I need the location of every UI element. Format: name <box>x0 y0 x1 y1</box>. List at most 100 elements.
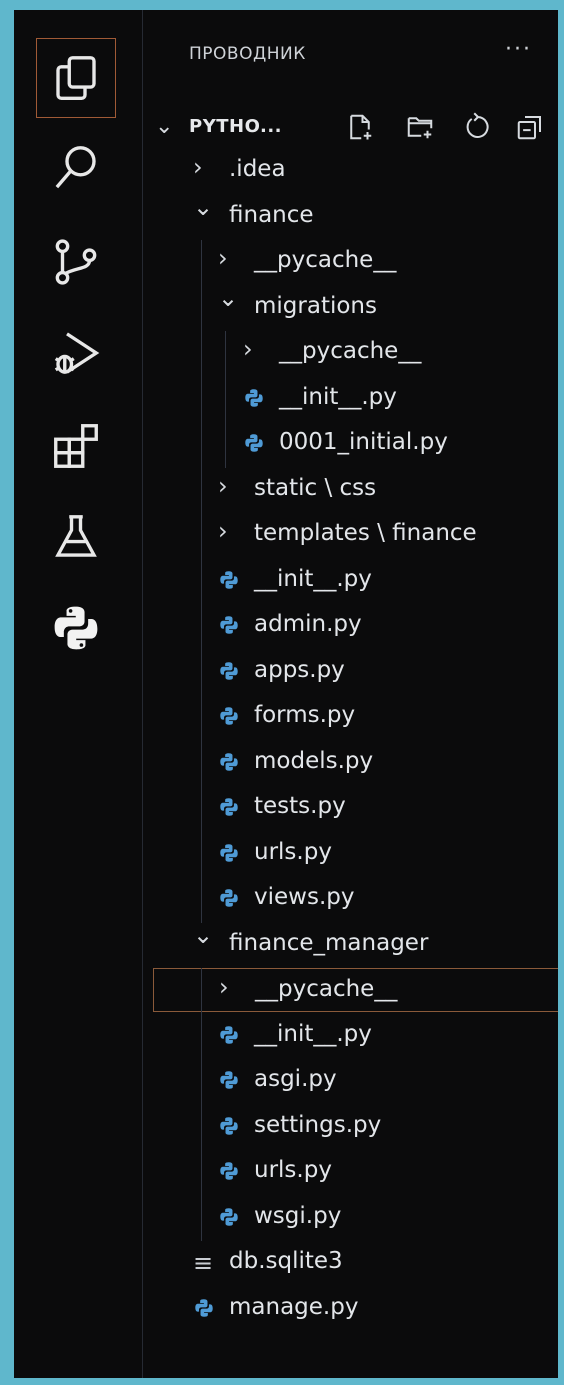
chevron-right-icon: › <box>243 335 253 363</box>
tree-file[interactable]: __init__.py <box>143 1014 558 1058</box>
extensions-button[interactable] <box>36 406 116 486</box>
workspace-root[interactable]: ⌄ PYTHO... <box>143 108 558 148</box>
tree-file[interactable]: forms.py <box>143 695 558 739</box>
python-file-icon <box>220 889 238 907</box>
collapse-all-icon[interactable] <box>515 112 545 142</box>
tree-file[interactable]: models.py <box>143 741 558 785</box>
tree-folder[interactable]: › static \ css <box>143 468 558 512</box>
chevron-right-icon: › <box>218 471 228 500</box>
python-file-icon <box>245 434 263 452</box>
tree-item-label: .idea <box>229 156 286 182</box>
more-actions-button[interactable]: ··· <box>505 37 532 62</box>
tree-item-label: models.py <box>254 747 374 774</box>
tree-item-label: static \ css <box>254 474 377 501</box>
database-file-icon: ≡ <box>193 1249 214 1277</box>
new-folder-icon[interactable] <box>405 112 435 142</box>
python-file-icon <box>220 752 238 771</box>
python-icon <box>54 606 98 650</box>
workspace-root-label: PYTHO... <box>189 116 282 137</box>
tree-file[interactable]: __init__.py <box>143 559 558 603</box>
python-file-icon <box>220 843 238 862</box>
tree-folder[interactable]: › __pycache__ <box>143 331 558 375</box>
python-file-icon <box>220 616 238 634</box>
chevron-down-icon: ⌄ <box>218 283 239 312</box>
tree-file[interactable]: settings.py <box>143 1105 558 1149</box>
chevron-right-icon: › <box>193 153 203 181</box>
tree-item-label: db.sqlite3 <box>229 1248 343 1274</box>
tree-file[interactable]: wsgi.py <box>143 1196 558 1240</box>
indent-guide <box>201 240 202 923</box>
chevron-down-icon: ⌄ <box>193 192 214 221</box>
testing-icon <box>55 515 97 557</box>
tree-item-label: templates \ finance <box>254 520 477 546</box>
tree-file[interactable]: urls.py <box>143 1150 558 1194</box>
explorer-icon <box>56 56 96 100</box>
new-file-icon[interactable] <box>345 112 375 142</box>
tree-folder[interactable]: ⌄ finance_manager <box>143 920 558 967</box>
tree-file[interactable]: tests.py <box>143 786 558 830</box>
python-file-icon <box>220 707 238 725</box>
tree-file[interactable]: 0001_initial.py <box>143 422 558 466</box>
tree-file[interactable]: ≡ db.sqlite3 <box>143 1241 558 1285</box>
refresh-icon[interactable] <box>463 112 493 142</box>
indent-guide <box>201 968 202 1241</box>
python-file-icon <box>245 388 263 407</box>
tree-item-label: finance <box>229 201 314 228</box>
tree-item-label: __pycache__ <box>255 976 398 1002</box>
chevron-right-icon: › <box>218 517 228 545</box>
tree-item-label: settings.py <box>254 1111 382 1138</box>
tree-folder[interactable]: › __pycache__ <box>143 240 558 284</box>
tree-file[interactable]: views.py <box>143 877 558 921</box>
python-file-icon <box>220 1025 238 1044</box>
python-file-icon <box>220 1071 238 1089</box>
python-file-icon <box>220 1207 238 1226</box>
python-file-icon <box>220 1116 238 1135</box>
tree-item-label: 0001_initial.py <box>279 429 448 455</box>
chevron-right-icon: › <box>218 244 228 272</box>
explorer-button[interactable] <box>36 38 116 118</box>
tree-file[interactable]: apps.py <box>143 650 558 694</box>
testing-button[interactable] <box>36 497 116 577</box>
python-file-icon <box>195 1298 213 1317</box>
python-button[interactable] <box>36 588 116 668</box>
tree-file[interactable]: urls.py <box>143 832 558 876</box>
source-control-icon <box>55 239 97 285</box>
chevron-down-icon: ⌄ <box>193 920 214 949</box>
tree-folder[interactable]: › .idea <box>143 149 558 193</box>
explorer-window: ПРОВОДНИК ··· ⌄ PYTHO... › .idea ⌄ finance ›… <box>14 10 558 1378</box>
tree-folder[interactable]: ⌄ migrations <box>143 283 558 330</box>
python-file-icon <box>220 570 238 589</box>
tree-item-label: views.py <box>254 884 355 910</box>
run-debug-button[interactable] <box>36 313 116 393</box>
search-button[interactable] <box>36 128 116 208</box>
tree-item-label: migrations <box>254 292 377 319</box>
tree-file[interactable]: manage.py <box>143 1287 558 1331</box>
tree-item-label: urls.py <box>254 838 332 865</box>
search-icon <box>55 146 96 189</box>
python-file-icon <box>220 661 238 680</box>
python-file-icon <box>220 798 238 816</box>
tree-folder[interactable]: › __pycache__ <box>153 968 558 1012</box>
tree-item-label: tests.py <box>254 793 346 819</box>
tree-item-label: asgi.py <box>254 1066 337 1092</box>
tree-file[interactable]: asgi.py <box>143 1059 558 1103</box>
chevron-down-icon: ⌄ <box>155 114 174 139</box>
explorer-panel: ПРОВОДНИК ··· ⌄ PYTHO... › .idea ⌄ finance ›… <box>143 10 558 1378</box>
source-control-button[interactable] <box>36 222 116 302</box>
tree-folder[interactable]: ⌄ finance <box>143 192 558 239</box>
tree-item-label: forms.py <box>254 702 356 728</box>
tree-file[interactable]: admin.py <box>143 604 558 648</box>
extensions-icon <box>54 424 98 468</box>
tree-item-label: admin.py <box>254 611 362 637</box>
explorer-title: ПРОВОДНИК <box>189 44 306 64</box>
tree-item-label: __init__.py <box>254 1020 372 1047</box>
tree-item-label: apps.py <box>254 656 345 683</box>
tree-item-label: finance_manager <box>229 929 429 956</box>
tree-item-label: __init__.py <box>279 383 397 410</box>
tree-file[interactable]: __init__.py <box>143 377 558 421</box>
python-file-icon <box>220 1162 238 1180</box>
activity-bar <box>14 10 138 1378</box>
tree-folder[interactable]: › templates \ finance <box>143 513 558 557</box>
tree-item-label: manage.py <box>229 1293 359 1320</box>
tree-item-label: __pycache__ <box>254 247 397 273</box>
